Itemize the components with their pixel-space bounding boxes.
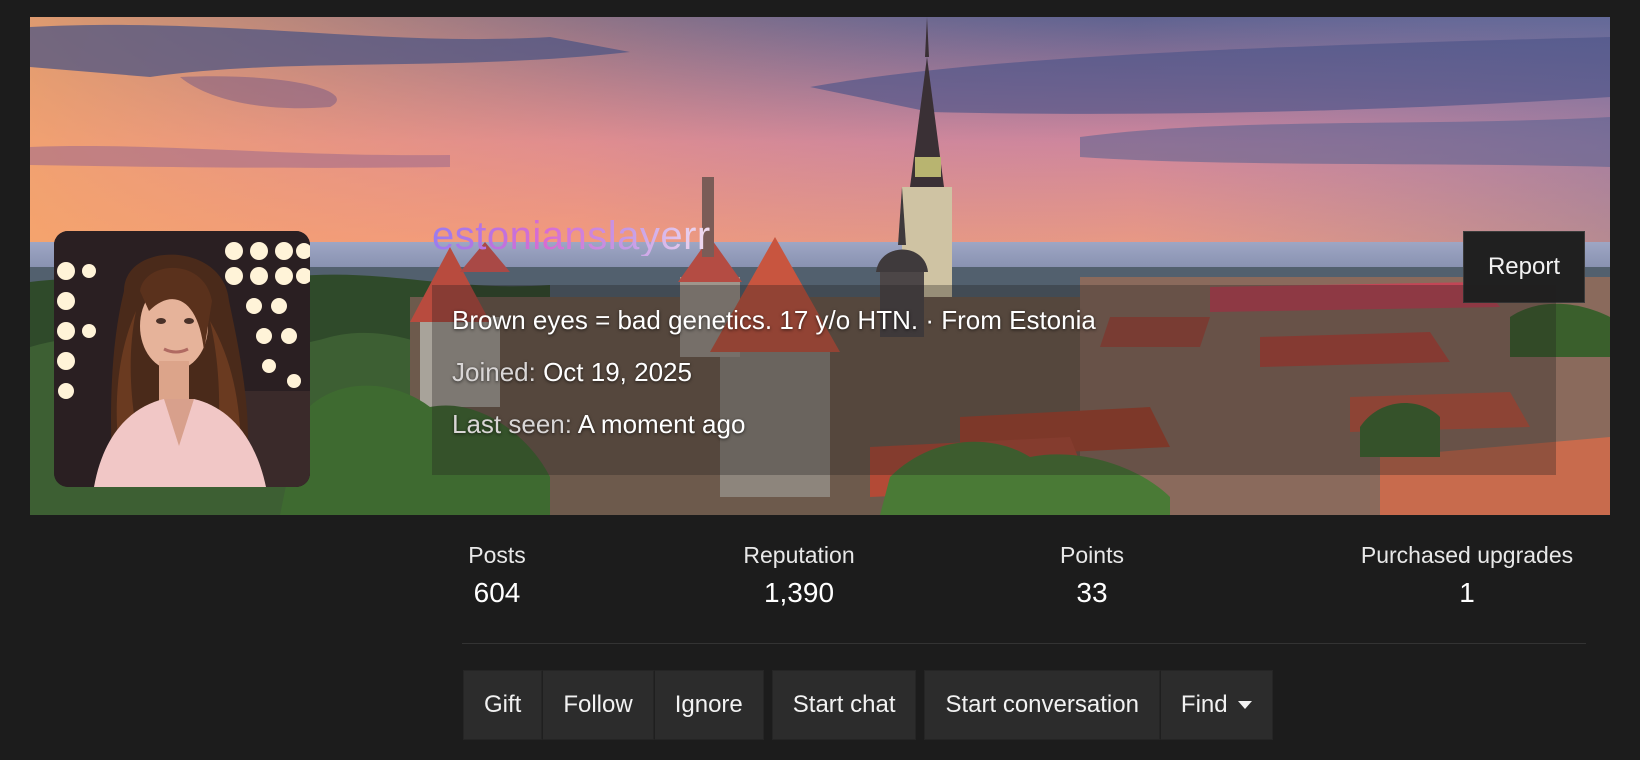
stat-posts[interactable]: Posts 604 xyxy=(462,544,532,607)
start-conversation-button[interactable]: Start conversation xyxy=(924,670,1160,740)
username[interactable]: estonianslayerr xyxy=(432,216,711,256)
stat-label: Reputation xyxy=(743,542,855,568)
chat-button-group: Start chat xyxy=(771,670,917,740)
gift-button[interactable]: Gift xyxy=(463,670,543,740)
find-label: Find xyxy=(1180,691,1228,718)
stat-reputation[interactable]: Reputation 1,390 xyxy=(734,544,864,607)
stat-value: 1,390 xyxy=(763,577,835,608)
bio-text: Brown eyes = bad genetics. 17 y/o HTN. xyxy=(452,305,919,335)
joined-line: Joined: Oct 19, 2025 xyxy=(452,359,1556,385)
stat-points[interactable]: Points 33 xyxy=(1052,544,1132,607)
last-seen-line: Last seen: A moment ago xyxy=(452,411,1556,437)
joined-label: Joined: xyxy=(452,357,536,387)
avatar[interactable] xyxy=(54,231,310,487)
profile-stats: Posts 604 Reputation 1,390 Points 33 Pur… xyxy=(462,544,1586,644)
stat-label: Purchased upgrades xyxy=(1360,542,1574,568)
location-text: From Estonia xyxy=(941,305,1096,335)
stat-label: Points xyxy=(1060,542,1124,568)
avatar-image xyxy=(54,231,310,487)
joined-value: Oct 19, 2025 xyxy=(543,357,692,387)
profile-page: Report estonianslayerr Brown eyes = bad … xyxy=(0,0,1640,760)
last-seen-value: A moment ago xyxy=(577,409,746,439)
stat-value: 33 xyxy=(1076,577,1108,608)
bio-line: Brown eyes = bad genetics. 17 y/o HTN. ·… xyxy=(452,307,1556,333)
social-button-group: Gift Follow Ignore xyxy=(463,670,764,740)
stat-value: 604 xyxy=(473,577,521,608)
conversation-button-group: Start conversation Find xyxy=(924,670,1273,740)
bio-separator: · xyxy=(925,305,934,335)
find-button[interactable]: Find xyxy=(1159,670,1273,740)
stat-value: 1 xyxy=(1459,577,1475,608)
start-chat-button[interactable]: Start chat xyxy=(771,670,917,740)
profile-actions: Gift Follow Ignore Start chat Start conv… xyxy=(463,670,1281,740)
stat-label: Posts xyxy=(468,542,526,568)
follow-button[interactable]: Follow xyxy=(542,670,654,740)
stat-purchased-upgrades[interactable]: Purchased upgrades 1 xyxy=(1348,544,1586,607)
last-seen-label: Last seen: xyxy=(452,409,572,439)
profile-info-panel: Brown eyes = bad genetics. 17 y/o HTN. ·… xyxy=(432,285,1556,475)
chevron-down-icon xyxy=(1237,701,1252,709)
ignore-button[interactable]: Ignore xyxy=(653,670,764,740)
